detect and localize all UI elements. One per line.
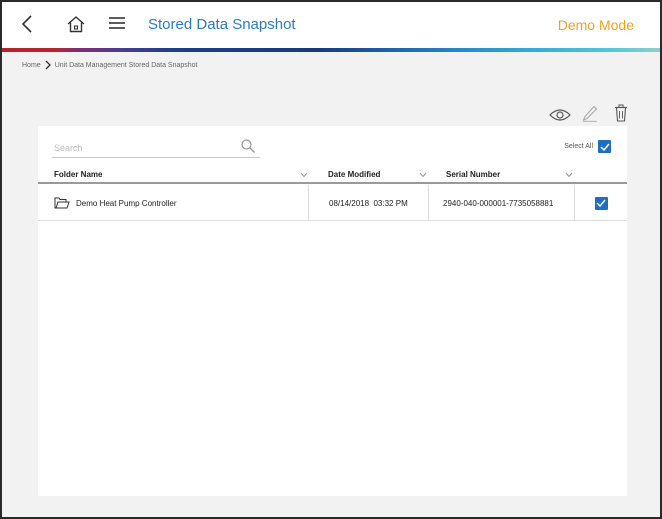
breadcrumb: Home Unit Data Management Stored Data Sn…: [22, 60, 198, 70]
row-checkbox[interactable]: [594, 196, 608, 210]
chevron-left-icon[interactable]: [18, 13, 38, 35]
search-input[interactable]: [52, 138, 232, 158]
home-icon[interactable]: [66, 14, 86, 34]
chevron-down-icon[interactable]: [419, 172, 427, 178]
folder-name-cell: Demo Heat Pump Controller: [54, 185, 308, 221]
date-modified-cell: 08/14/2018 03:32 PM: [308, 185, 428, 221]
trash-icon[interactable]: [614, 104, 628, 122]
serial-number: 2940-040-000001-7735058881: [443, 198, 554, 208]
folder-name: Demo Heat Pump Controller: [76, 198, 177, 208]
checkmark-icon: [599, 143, 610, 151]
hamburger-menu-icon[interactable]: [108, 15, 126, 31]
snapshot-list-card: Select All Folder Name Date Modified Ser…: [38, 126, 627, 496]
demo-mode-button[interactable]: Demo Mode: [558, 17, 634, 33]
breadcrumb-home[interactable]: Home: [22, 62, 41, 69]
select-all-checkbox[interactable]: [598, 140, 611, 153]
column-header-serial-number[interactable]: Serial Number: [446, 170, 500, 179]
chevron-down-icon[interactable]: [300, 172, 308, 178]
chevron-right-icon: [45, 60, 51, 70]
folder-icon: [54, 197, 70, 209]
chevron-down-icon[interactable]: [565, 172, 573, 178]
page-title: Stored Data Snapshot: [148, 16, 296, 33]
app-window: Stored Data Snapshot Demo Mode Home Unit…: [0, 0, 662, 519]
eye-icon[interactable]: [549, 108, 571, 122]
search-box: [52, 136, 260, 158]
table-header: Folder Name Date Modified Serial Number: [38, 168, 627, 184]
breadcrumb-unit-data-management[interactable]: Unit Data Management: [55, 62, 127, 69]
table-row[interactable]: Demo Heat Pump Controller 08/14/2018 03:…: [38, 185, 627, 221]
pencil-icon[interactable]: [582, 105, 598, 122]
serial-number-cell: 2940-040-000001-7735058881: [428, 185, 574, 221]
checkmark-icon: [596, 199, 606, 207]
row-checkbox-cell: [574, 185, 627, 221]
date-modified: 08/14/2018 03:32 PM: [329, 198, 408, 208]
select-all-control[interactable]: Select All: [564, 140, 611, 153]
column-header-folder-name[interactable]: Folder Name: [54, 170, 102, 179]
select-all-label: Select All: [564, 143, 593, 150]
app-header: Stored Data Snapshot Demo Mode: [2, 2, 660, 48]
column-header-date-modified[interactable]: Date Modified: [328, 170, 380, 179]
search-icon[interactable]: [240, 138, 256, 154]
breadcrumb-current: Stored Data Snapshot: [128, 61, 198, 69]
header-color-strip: [2, 48, 660, 52]
